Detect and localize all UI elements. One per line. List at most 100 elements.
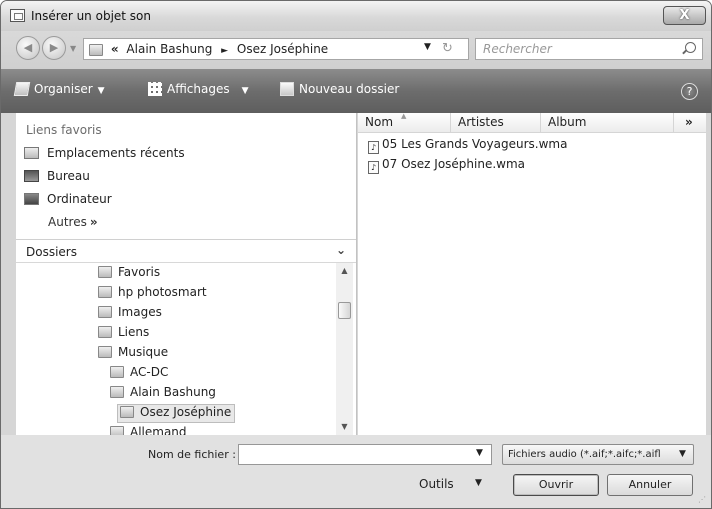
title-bar[interactable]: Insérer un objet son X	[1, 1, 711, 31]
command-bar: Organiser ▼ Affichages ▼ Nouveau dossier ?	[1, 69, 711, 113]
open-sound-dialog: Insérer un objet son X ◀ ▶ ▼ « Alain Bas…	[0, 0, 712, 509]
filename-field[interactable]	[239, 445, 469, 464]
search-box[interactable]	[475, 38, 703, 60]
organise-icon	[13, 82, 31, 96]
fav-computer[interactable]: Ordinateur	[24, 192, 112, 212]
column-headers: Nom ▲ Artistes Album »	[358, 112, 706, 133]
chevron-down-icon[interactable]: ▼	[476, 448, 483, 458]
affichages-menu[interactable]: Affichages ▼	[148, 82, 249, 96]
tree-item-hp-photosmart[interactable]: hp photosmart	[98, 285, 207, 304]
computer-icon	[24, 193, 39, 205]
tree-label: Favoris	[118, 265, 161, 279]
back-button[interactable]: ◀	[16, 36, 40, 60]
column-label: Artistes	[458, 115, 504, 129]
tree-item-allemand[interactable]: Allemand	[110, 425, 187, 435]
pictures-folder-icon	[98, 306, 112, 318]
views-icon	[148, 82, 162, 96]
file-name: 07 Osez Joséphine.wma	[382, 157, 526, 171]
column-album[interactable]: Album	[541, 113, 674, 133]
tree-item-osez-josephine[interactable]: Osez Joséphine	[117, 404, 236, 423]
forward-arrow-icon: ▶	[49, 41, 59, 54]
refresh-icon[interactable]: ↻	[442, 41, 453, 56]
folder-tree-scrollbar[interactable]: ▲ ▼	[336, 263, 353, 435]
close-button[interactable]: X	[663, 6, 706, 25]
links-folder-icon	[98, 326, 112, 338]
address-row: ◀ ▶ ▼ « Alain Bashung ► Osez Joséphine ▼…	[1, 31, 711, 69]
favorites-header: Liens favoris	[26, 123, 102, 137]
breadcrumb-separator-icon[interactable]: ►	[221, 46, 228, 56]
file-item[interactable]: ♪ 05 Les Grands Voyageurs.wma	[368, 137, 567, 155]
address-bar[interactable]: « Alain Bashung ► Osez Joséphine ▼ ↻	[83, 38, 469, 60]
more-links-label: Autres	[48, 215, 87, 229]
address-dropdown-icon[interactable]: ▼	[424, 42, 431, 52]
filetype-value: Fichiers audio (*.aif;*.aifc;*.aifl	[508, 449, 661, 460]
file-name: 05 Les Grands Voyageurs.wma	[382, 137, 568, 151]
new-folder-button[interactable]: Nouveau dossier	[280, 82, 399, 96]
organiser-menu[interactable]: Organiser ▼	[13, 82, 105, 96]
chevron-down-icon[interactable]: ⌄	[336, 243, 346, 257]
fav-label: Bureau	[47, 169, 90, 183]
tree-label: hp photosmart	[118, 285, 207, 299]
tree-item-musique[interactable]: Musique	[98, 345, 168, 364]
tree-item-alain-bashung[interactable]: Alain Bashung	[110, 385, 216, 404]
fav-recent-places[interactable]: Emplacements récents	[24, 146, 185, 166]
search-input[interactable]	[476, 39, 666, 59]
breadcrumb-osez-josephine[interactable]: Osez Joséphine	[237, 42, 328, 56]
tools-menu[interactable]: Outils	[419, 477, 454, 491]
folders-label: Dossiers	[26, 245, 77, 259]
column-artistes[interactable]: Artistes	[451, 113, 541, 133]
folder-icon	[98, 286, 112, 298]
organiser-label: Organiser	[34, 82, 93, 96]
filename-combobox[interactable]: ▼	[238, 444, 492, 465]
more-links[interactable]: Autres»	[48, 215, 98, 229]
recent-places-icon	[24, 147, 39, 159]
sort-ascending-icon: ▲	[401, 112, 407, 120]
tree-label: Allemand	[130, 425, 187, 435]
folder-icon	[120, 406, 134, 418]
folder-icon	[110, 366, 124, 378]
filetype-select[interactable]: Fichiers audio (*.aif;*.aifc;*.aifl ▼	[502, 444, 694, 465]
new-folder-icon	[280, 82, 294, 96]
desktop-icon	[24, 170, 39, 182]
double-chevron-icon: »	[89, 215, 98, 229]
fav-desktop[interactable]: Bureau	[24, 169, 90, 189]
chevron-down-icon: ▼	[97, 86, 105, 96]
fav-label: Ordinateur	[47, 192, 112, 206]
tree-item-images[interactable]: Images	[98, 305, 162, 324]
tree-label: Images	[118, 305, 162, 319]
scroll-up-icon[interactable]: ▲	[336, 263, 353, 279]
chevron-down-icon[interactable]: ▼	[475, 478, 482, 488]
scroll-down-icon[interactable]: ▼	[336, 419, 353, 435]
folder-icon	[89, 43, 103, 56]
overflow-chevron[interactable]: «	[111, 42, 119, 56]
folders-header[interactable]: Dossiers ⌄	[16, 239, 356, 263]
help-icon[interactable]: ?	[681, 83, 698, 100]
chevron-down-icon: ▼	[679, 449, 686, 459]
recent-pages-dropdown[interactable]: ▼	[70, 44, 76, 53]
column-label: Album	[548, 115, 587, 129]
tree-item-liens[interactable]: Liens	[98, 325, 149, 344]
column-nom[interactable]: Nom ▲	[358, 112, 451, 133]
scroll-thumb[interactable]	[338, 302, 351, 319]
tree-label: AC-DC	[130, 365, 169, 379]
cancel-button[interactable]: Annuler	[607, 474, 693, 496]
new-folder-label: Nouveau dossier	[299, 82, 400, 96]
favorites-folder-icon	[98, 266, 112, 278]
tree-item-ac-dc[interactable]: AC-DC	[110, 365, 168, 384]
breadcrumb-alain-bashung[interactable]: Alain Bashung	[126, 42, 212, 56]
tree-item-favoris[interactable]: Favoris	[98, 265, 160, 284]
folder-tree: Favoris hp photosmart Images Liens Musiq…	[16, 263, 336, 435]
resize-grip-icon[interactable]: ⋰	[698, 495, 706, 504]
more-columns-button[interactable]: »	[680, 113, 706, 133]
file-item[interactable]: ♪ 07 Osez Joséphine.wma	[368, 157, 525, 175]
window-title: Insérer un objet son	[31, 9, 151, 23]
tree-label: Liens	[118, 325, 150, 339]
back-arrow-icon: ◀	[23, 41, 33, 54]
search-icon[interactable]	[685, 42, 696, 53]
fav-label: Emplacements récents	[47, 146, 185, 160]
affichages-label: Affichages	[167, 82, 230, 96]
tree-label: Musique	[118, 345, 169, 359]
chevron-down-icon: ▼	[241, 86, 249, 96]
open-button[interactable]: Ouvrir	[513, 474, 599, 496]
forward-button[interactable]: ▶	[42, 36, 66, 60]
